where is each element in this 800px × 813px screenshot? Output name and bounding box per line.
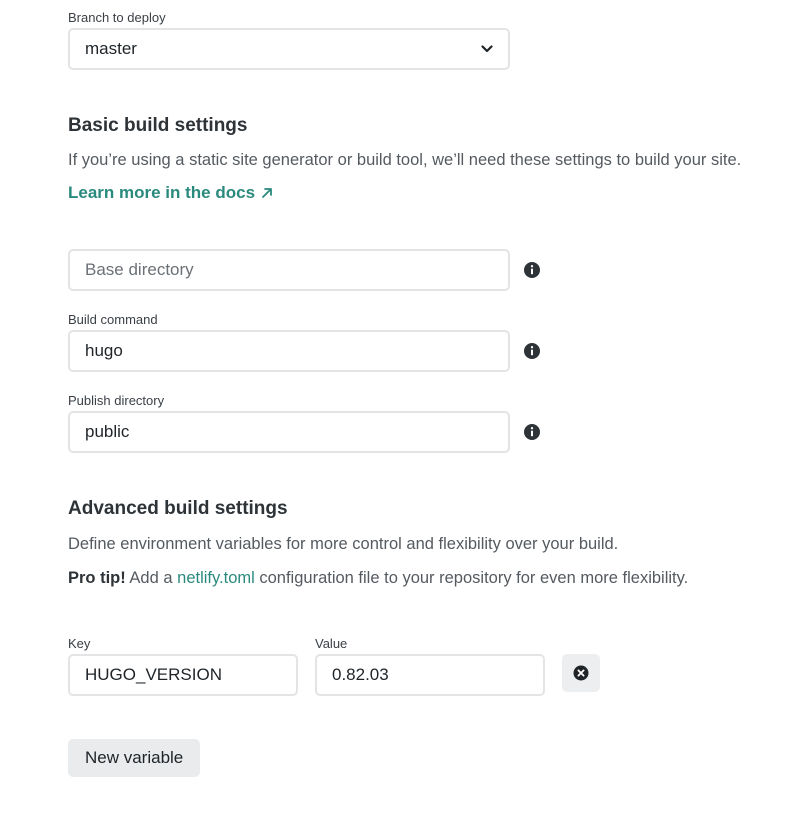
branch-select-value: master (85, 39, 137, 58)
advanced-build-heading: Advanced build settings (68, 498, 288, 519)
branch-label: Branch to deploy (68, 10, 166, 25)
arrow-up-right-icon (261, 187, 273, 199)
pro-tip-before: Add a (125, 569, 178, 587)
env-value-label: Value (315, 636, 348, 651)
build-command-info-icon[interactable] (523, 342, 541, 365)
learn-more-docs-link[interactable]: Learn more in the docs (68, 183, 273, 203)
env-key-input[interactable] (68, 654, 298, 696)
basic-build-heading: Basic build settings (68, 115, 248, 136)
docs-link-label: Learn more in the docs (68, 183, 256, 202)
publish-directory-info-icon[interactable] (523, 423, 541, 446)
base-directory-info-icon[interactable] (523, 261, 541, 284)
remove-variable-button[interactable] (562, 654, 600, 692)
publish-directory-label: Publish directory (68, 393, 165, 408)
chevron-down-icon (480, 42, 494, 56)
basic-build-description: If you’re using a static site generator … (68, 151, 742, 169)
base-directory-input[interactable] (68, 249, 510, 291)
publish-directory-input[interactable] (68, 411, 510, 453)
build-command-label: Build command (68, 312, 158, 327)
env-key-label: Key (68, 636, 91, 651)
branch-select[interactable]: master (68, 28, 510, 70)
new-variable-button[interactable]: New variable (68, 739, 201, 777)
pro-tip-label: Pro tip! (68, 569, 126, 587)
close-circle-icon (573, 665, 589, 681)
pro-tip-after: configuration file to your repository fo… (254, 569, 689, 587)
netlify-toml-link[interactable]: netlify.toml (177, 569, 255, 587)
build-command-input[interactable] (68, 330, 510, 372)
env-value-input[interactable] (315, 654, 545, 696)
pro-tip-text: Pro tip! Add a netlify.toml configuratio… (68, 567, 688, 589)
advanced-build-description: Define environment variables for more co… (68, 535, 619, 553)
